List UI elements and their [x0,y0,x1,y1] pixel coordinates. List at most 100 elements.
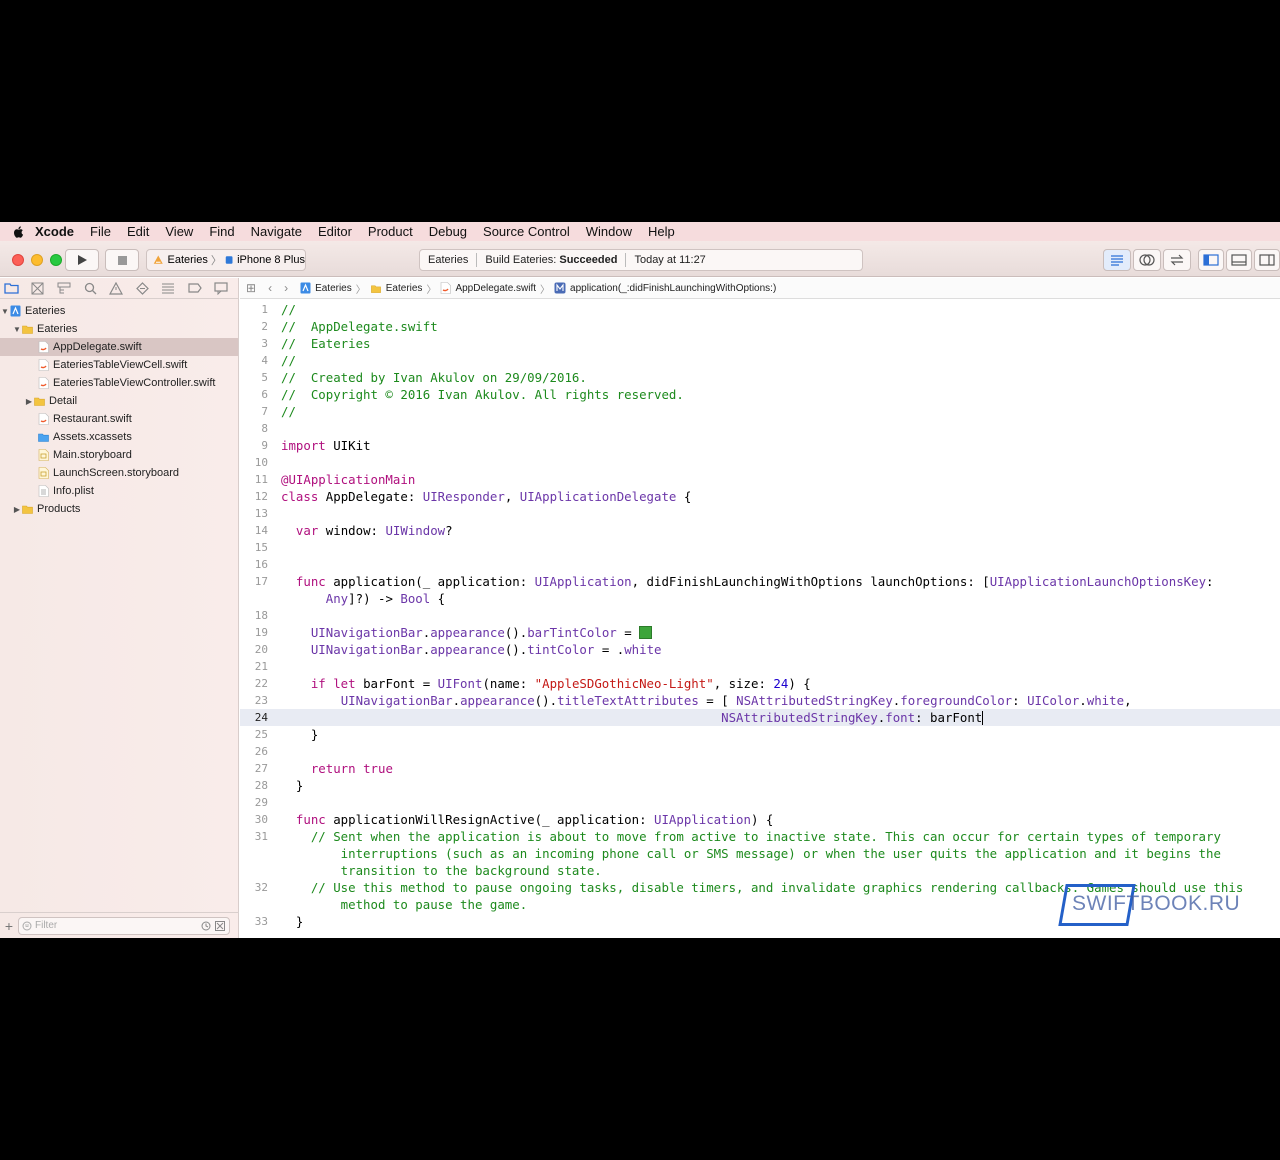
line-number[interactable]: 2 [240,318,268,335]
source-editor[interactable]: 1//2// AppDelegate.swift 3// Eateries 4//5… [240,300,1280,938]
line-number[interactable]: 15 [240,539,268,556]
test-navigator-tab[interactable] [134,279,152,297]
related-items-icon[interactable]: ⊞ [246,281,256,295]
code-line[interactable]: 9 import UIKit [240,437,1280,454]
assistant-editor-button[interactable] [1133,249,1161,271]
issue-navigator-tab[interactable] [107,279,125,297]
line-number[interactable]: 1 [240,301,268,318]
code-line[interactable]: 20 UINavigationBar.appearance().tintColo… [240,641,1280,658]
line-number[interactable]: 28 [240,777,268,794]
report-navigator-tab[interactable] [212,279,230,297]
disclosure-open-icon[interactable]: ▼ [12,325,22,334]
line-number[interactable]: 19 [240,624,268,641]
menu-app-name[interactable]: Xcode [35,224,74,239]
line-number[interactable]: 24 [240,709,268,726]
code-line[interactable]: 6 // Copyright © 2016 Ivan Akulov. All ri… [240,386,1280,403]
line-number[interactable]: 14 [240,522,268,539]
stop-button[interactable] [105,249,139,271]
code-line[interactable]: 1 // [240,301,1280,318]
line-number[interactable]: 23 [240,692,268,709]
code-line[interactable]: interruptions (such as an incoming phone… [240,845,1280,862]
code-line[interactable]: 31 // Sent when the application is about… [240,828,1280,845]
code-line[interactable]: 21 [240,658,1280,675]
line-number[interactable]: 31 [240,828,268,845]
line-number[interactable]: 18 [240,607,268,624]
tree-item-assets[interactable]: Assets.xcassets [0,428,238,446]
code-line[interactable]: 5 // Created by Ivan Akulov on 29/09/2016… [240,369,1280,386]
breadcrumb-group[interactable]: Eateries [386,283,423,294]
code-line[interactable]: 4 // [240,352,1280,369]
zoom-window-button[interactable] [50,254,62,266]
color-literal-swatch[interactable] [639,626,653,639]
line-number[interactable]: 3 [240,335,268,352]
code-line[interactable]: 24 NSAttributedStringKey.font: barFont [240,709,1280,726]
breadcrumb-file[interactable]: AppDelegate.swift [455,283,536,294]
line-number[interactable]: 8 [240,420,268,437]
code-line[interactable]: 16 [240,556,1280,573]
scheme-selector[interactable]: Eateries 〉 iPhone 8 Plus [146,249,306,271]
code-line[interactable]: 10 [240,454,1280,471]
code-line[interactable]: 29 [240,794,1280,811]
code-line[interactable]: 7 // [240,403,1280,420]
code-line[interactable]: 17 func application(_ application: UIApp… [240,573,1280,590]
code-line[interactable]: 28 } [240,777,1280,794]
code-line[interactable]: 14 var window: UIWindow? [240,522,1280,539]
toggle-debug-area-button[interactable] [1226,249,1252,271]
line-number[interactable]: 13 [240,505,268,522]
tree-item-appdelegate[interactable]: AppDelegate.swift [0,338,238,356]
line-number[interactable]: 26 [240,743,268,760]
back-arrow-icon[interactable]: ‹ [268,281,272,295]
code-line[interactable]: 26 [240,743,1280,760]
tree-item-main-storyboard[interactable]: Main.storyboard [0,446,238,464]
disclosure-closed-icon[interactable]: ▶ [24,397,34,406]
code-line[interactable]: 2 // AppDelegate.swift [240,318,1280,335]
line-number[interactable]: 32 [240,879,268,896]
line-number[interactable]: 30 [240,811,268,828]
line-number[interactable]: 4 [240,352,268,369]
source-control-navigator-tab[interactable] [29,279,47,297]
apple-menu-icon[interactable] [12,225,26,239]
menu-edit[interactable]: Edit [127,224,149,239]
code-line[interactable]: Any]?) -> Bool { [240,590,1280,607]
code-line[interactable]: 15 [240,539,1280,556]
breadcrumb-method[interactable]: application(_:didFinishLaunchingWithOpti… [570,283,776,294]
menu-editor[interactable]: Editor [318,224,352,239]
line-number[interactable]: 20 [240,641,268,658]
line-number[interactable]: 22 [240,675,268,692]
line-number[interactable]: 27 [240,760,268,777]
standard-editor-button[interactable] [1103,249,1131,271]
code-line[interactable]: 23 UINavigationBar.appearance().titleTex… [240,692,1280,709]
code-line[interactable]: 11 @UIApplicationMain [240,471,1280,488]
recent-files-icon[interactable] [201,921,211,931]
code-line[interactable]: 13 [240,505,1280,522]
line-number[interactable]: 21 [240,658,268,675]
toggle-navigator-button[interactable] [1198,249,1224,271]
code-line[interactable]: 27 return true [240,760,1280,777]
tree-item-launch-storyboard[interactable]: LaunchScreen.storyboard [0,464,238,482]
menu-source-control[interactable]: Source Control [483,224,570,239]
scm-filter-icon[interactable] [215,920,225,931]
code-line[interactable]: 25 } [240,726,1280,743]
forward-arrow-icon[interactable]: › [284,281,288,295]
line-number[interactable]: 10 [240,454,268,471]
tree-item-eateries-controller[interactable]: EateriesTableViewController.swift [0,374,238,392]
breakpoint-navigator-tab[interactable] [186,279,204,297]
line-number[interactable]: 25 [240,726,268,743]
code-line[interactable]: 18 [240,607,1280,624]
menu-find[interactable]: Find [209,224,234,239]
project-navigator-tab[interactable] [3,279,21,297]
line-number[interactable]: 7 [240,403,268,420]
tree-item-info-plist[interactable]: Info.plist [0,482,238,500]
menu-help[interactable]: Help [648,224,675,239]
add-file-button[interactable]: + [0,918,18,934]
menu-view[interactable]: View [165,224,193,239]
menu-navigate[interactable]: Navigate [251,224,302,239]
tree-item-project[interactable]: ▼ Eateries [0,302,238,320]
code-line[interactable]: 3 // Eateries [240,335,1280,352]
code-line[interactable]: 12 class AppDelegate: UIResponder, UIAppl… [240,488,1280,505]
filter-input[interactable]: Filter [18,916,230,935]
tree-item-group-products[interactable]: ▶ Products [0,500,238,518]
line-number[interactable]: 6 [240,386,268,403]
menu-debug[interactable]: Debug [429,224,467,239]
code-line[interactable]: 8 [240,420,1280,437]
